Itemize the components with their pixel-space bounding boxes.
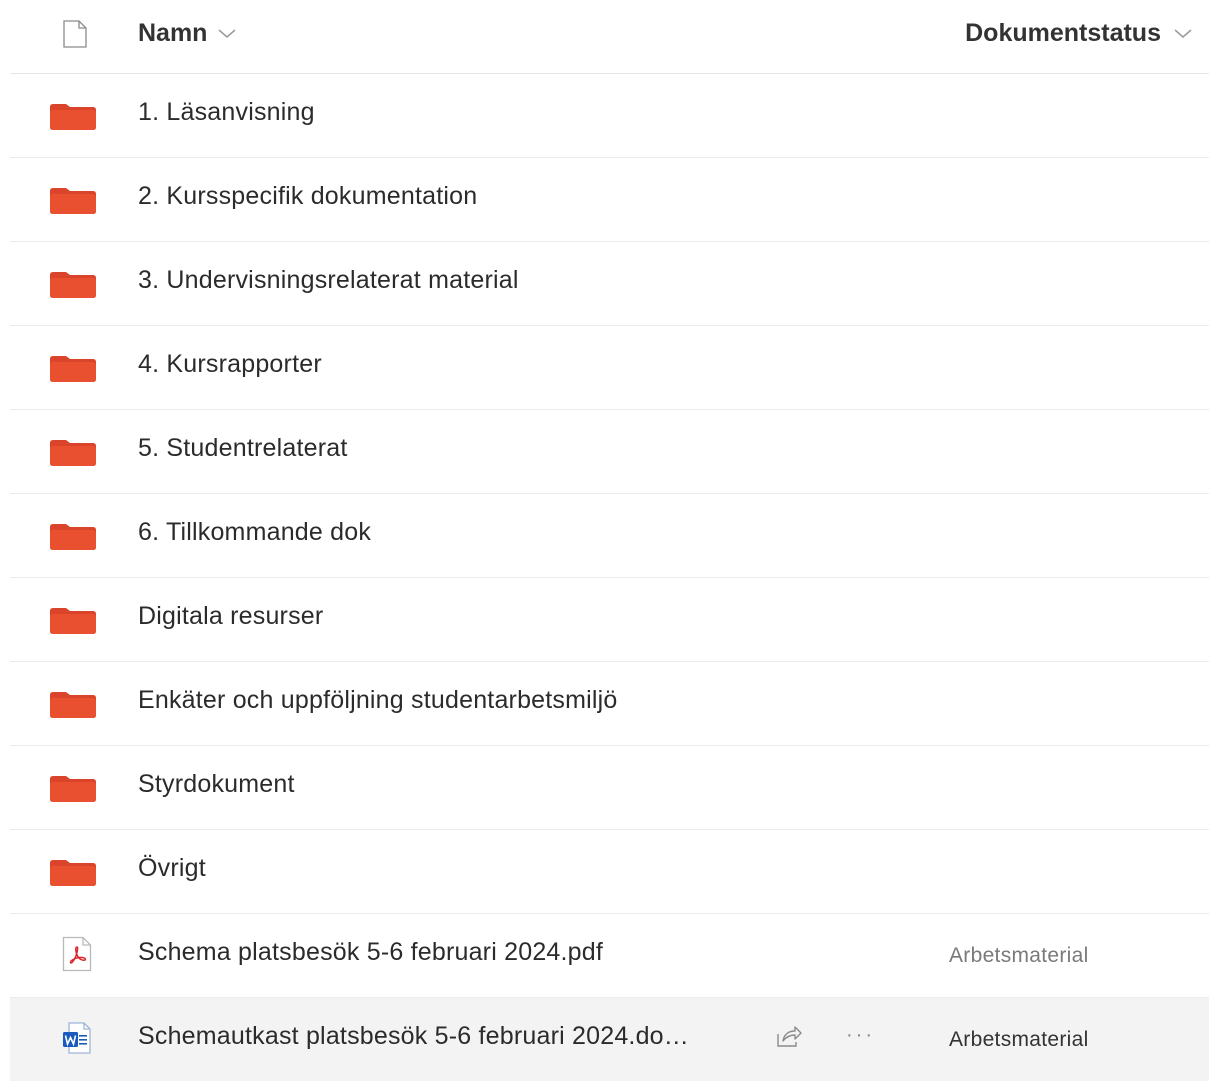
- folder-icon: [50, 524, 96, 550]
- word-file-icon: [63, 1022, 91, 1054]
- column-header-status-label: Dokumentstatus: [965, 18, 1161, 47]
- file-type-icon[interactable]: [62, 20, 88, 48]
- column-header-status[interactable]: Dokumentstatus: [965, 17, 1193, 49]
- folder-icon: [50, 860, 96, 886]
- item-name[interactable]: 5. Studentrelaterat: [138, 434, 348, 463]
- list-header: Namn Dokumentstatus: [10, 0, 1209, 74]
- document-status: Arbetsmaterial: [949, 944, 1089, 967]
- item-name[interactable]: Enkäter och uppföljning studentarbetsmil…: [138, 686, 618, 715]
- item-name[interactable]: Övrigt: [138, 854, 206, 883]
- file-list: Namn Dokumentstatus 1. Läsanvisning 2. K…: [0, 0, 1209, 1081]
- item-name[interactable]: 4. Kursrapporter: [138, 350, 322, 379]
- item-name[interactable]: 3. Undervisningsrelaterat material: [138, 266, 519, 295]
- list-item-file[interactable]: Schemautkast platsbesök 5-6 februari 202…: [10, 998, 1209, 1081]
- chevron-down-icon: [218, 29, 236, 38]
- folder-icon: [50, 272, 96, 298]
- list-item-folder[interactable]: 5. Studentrelaterat: [10, 410, 1209, 494]
- item-name[interactable]: 6. Tillkommande dok: [138, 518, 371, 547]
- list-item-file[interactable]: Schema platsbesök 5-6 februari 2024.pdf …: [10, 914, 1209, 998]
- folder-icon: [50, 104, 96, 130]
- folder-icon: [50, 356, 96, 382]
- list-item-folder[interactable]: 6. Tillkommande dok: [10, 494, 1209, 578]
- item-name[interactable]: Schema platsbesök 5-6 februari 2024.pdf: [138, 938, 603, 967]
- list-item-folder[interactable]: Digitala resurser: [10, 578, 1209, 662]
- list-item-folder[interactable]: 3. Undervisningsrelaterat material: [10, 242, 1209, 326]
- folder-icon: [50, 692, 96, 718]
- document-status: Arbetsmaterial: [949, 1028, 1089, 1051]
- chevron-down-icon: [1174, 29, 1192, 38]
- folder-icon: [50, 608, 96, 634]
- folder-icon: [50, 776, 96, 802]
- more-options-icon[interactable]: ···: [846, 1024, 875, 1047]
- item-name[interactable]: Styrdokument: [138, 770, 295, 799]
- column-header-name[interactable]: Namn: [138, 17, 237, 49]
- list-item-folder[interactable]: 1. Läsanvisning: [10, 74, 1209, 158]
- folder-icon: [50, 188, 96, 214]
- list-item-folder[interactable]: 4. Kursrapporter: [10, 326, 1209, 410]
- list-item-folder[interactable]: Styrdokument: [10, 746, 1209, 830]
- folder-icon: [50, 440, 96, 466]
- pdf-file-icon: [62, 936, 92, 972]
- list-item-folder[interactable]: 2. Kursspecifik dokumentation: [10, 158, 1209, 242]
- item-name[interactable]: Schemautkast platsbesök 5-6 februari 202…: [138, 1022, 689, 1051]
- list-item-folder[interactable]: Enkäter och uppföljning studentarbetsmil…: [10, 662, 1209, 746]
- item-name[interactable]: 1. Läsanvisning: [138, 98, 315, 127]
- item-name[interactable]: Digitala resurser: [138, 602, 323, 631]
- share-icon[interactable]: [774, 1022, 802, 1050]
- item-name[interactable]: 2. Kursspecifik dokumentation: [138, 182, 477, 211]
- list-item-folder[interactable]: Övrigt: [10, 830, 1209, 914]
- column-header-name-label: Namn: [138, 18, 208, 47]
